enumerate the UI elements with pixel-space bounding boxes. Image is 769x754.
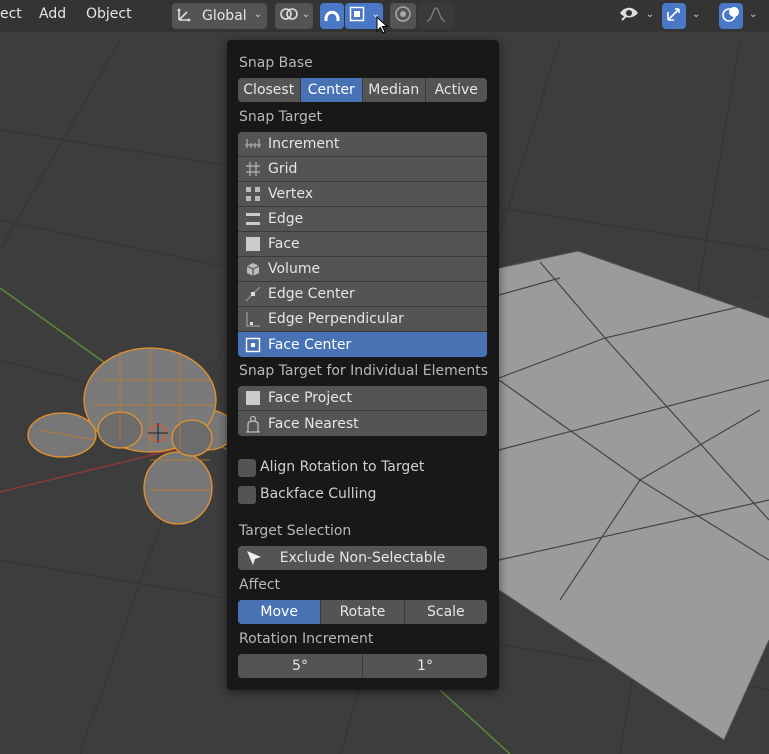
magnet-snap-icon	[323, 5, 341, 27]
individual-elements-list: Face Project Face Nearest	[238, 386, 487, 436]
row-label: Grid	[268, 161, 298, 177]
transform-orientation-icon	[176, 5, 194, 27]
menu-object[interactable]: Object	[86, 6, 132, 22]
mouse-cursor-icon	[376, 15, 389, 38]
face-nearest-icon	[238, 411, 268, 436]
snap-face-nearest[interactable]: Face Nearest	[238, 411, 487, 436]
visibility-dropdown[interactable]: ⌄	[615, 3, 657, 29]
row-label: Edge	[268, 211, 304, 227]
vertex-icon	[238, 182, 268, 207]
snap-target-list: Increment Grid Vertex Edge Face Volume E…	[238, 132, 487, 357]
row-label: Volume	[268, 261, 321, 277]
snap-target-edge-center[interactable]: Edge Center	[238, 282, 487, 307]
increment-icon	[238, 132, 268, 157]
row-label: Face	[268, 236, 300, 252]
chevron-down-icon: ⌄	[253, 9, 262, 20]
align-rotation-label[interactable]: Align Rotation to Target	[260, 459, 424, 475]
edge-perpendicular-icon	[238, 307, 268, 332]
link-pivot-icon	[279, 6, 299, 26]
grid-icon	[238, 157, 268, 182]
face-icon	[238, 232, 268, 257]
rotation-increment-label: Rotation Increment	[239, 631, 374, 647]
proportional-edit-icon	[394, 5, 412, 27]
rotation-increment-field[interactable]: 5°	[238, 654, 363, 678]
menu-add[interactable]: Add	[39, 6, 66, 22]
snap-settings-popover: Snap Base Closest Center Median Active S…	[227, 40, 499, 690]
snap-base-selector: Closest Center Median Active	[238, 78, 487, 102]
menu-select[interactable]: ect	[0, 6, 22, 22]
backface-culling-label[interactable]: Backface Culling	[260, 486, 376, 502]
overlay-icon	[722, 5, 740, 27]
individual-elements-label: Snap Target for Individual Elements	[239, 363, 489, 379]
face-project-icon	[238, 386, 268, 411]
rotation-increment-fields: 5° 1°	[238, 654, 487, 678]
row-label: Face Nearest	[268, 415, 359, 432]
snap-face-project[interactable]: Face Project	[238, 386, 487, 411]
plane-mesh	[498, 250, 769, 741]
falloff-dropdown[interactable]	[417, 3, 455, 29]
snap-target-vertex[interactable]: Vertex	[238, 182, 487, 207]
backface-culling-checkbox[interactable]	[238, 486, 256, 504]
gizmo-chevron-down-icon[interactable]: ⌄	[692, 9, 700, 20]
chevron-down-icon: ⌄	[645, 9, 654, 20]
snap-base-closest[interactable]: Closest	[238, 78, 301, 102]
falloff-curve-icon	[426, 6, 446, 26]
snap-target-edge-perpendicular[interactable]: Edge Perpendicular	[238, 307, 487, 332]
pivot-point-dropdown[interactable]: ⌄	[275, 3, 313, 29]
snap-base-median[interactable]: Median	[363, 78, 426, 102]
affect-scale[interactable]: Scale	[405, 600, 487, 624]
cursor-arrow-icon	[246, 550, 262, 570]
snap-toggle-button[interactable]	[320, 3, 344, 29]
snap-base-center[interactable]: Center	[300, 78, 363, 102]
transform-orientation-dropdown[interactable]: Global ⌄	[172, 3, 267, 29]
overlay-toggle-button[interactable]	[719, 3, 743, 29]
edge-center-icon	[238, 282, 268, 307]
proportional-edit-toggle[interactable]	[390, 3, 416, 29]
snap-target-increment[interactable]: Increment	[238, 132, 487, 157]
row-label: Increment	[268, 136, 340, 152]
eye-icon	[618, 6, 640, 26]
row-label: Edge Center	[268, 286, 355, 302]
snap-target-volume[interactable]: Volume	[238, 257, 487, 282]
row-label: Vertex	[268, 186, 314, 202]
snap-base-label: Snap Base	[239, 55, 313, 71]
exclude-non-selectable-button[interactable]: Exclude Non-Selectable	[238, 546, 487, 570]
align-rotation-checkbox[interactable]	[238, 459, 256, 477]
affect-label: Affect	[239, 577, 281, 593]
edge-icon	[238, 207, 268, 232]
target-selection-label: Target Selection	[239, 523, 352, 539]
affect-move[interactable]: Move	[238, 600, 322, 624]
row-label: Face Center	[268, 336, 352, 353]
gizmo-icon	[665, 5, 683, 27]
snap-target-face-center[interactable]: Face Center	[238, 332, 487, 357]
snap-target-edge[interactable]: Edge	[238, 207, 487, 232]
rotation-increment-precision-field[interactable]: 1°	[363, 654, 487, 678]
viewport-header: ect Add Object Global ⌄ ⌄ ⌄ ⌄ ⌄ ⌄	[0, 0, 769, 34]
snap-target-grid[interactable]: Grid	[238, 157, 487, 182]
affect-selector: Move Rotate Scale	[238, 600, 487, 624]
chevron-down-icon: ⌄	[301, 9, 310, 20]
y-axis-line-lower	[439, 689, 511, 754]
snap-target-face[interactable]: Face	[238, 232, 487, 257]
exclude-non-selectable-label: Exclude Non-Selectable	[279, 550, 446, 566]
affect-rotate[interactable]: Rotate	[321, 600, 405, 624]
volume-icon	[238, 257, 268, 282]
gizmo-toggle-button[interactable]	[662, 3, 686, 29]
snap-base-active[interactable]: Active	[426, 78, 488, 102]
face-center-icon	[238, 332, 268, 357]
orientation-label: Global	[202, 8, 247, 24]
suzanne-mesh	[27, 347, 235, 525]
snap-face-center-icon	[349, 6, 365, 26]
row-label: Face Project	[268, 390, 353, 406]
overlay-chevron-down-icon[interactable]: ⌄	[749, 9, 757, 20]
snap-target-label: Snap Target	[239, 109, 322, 125]
row-label: Edge Perpendicular	[268, 311, 404, 327]
